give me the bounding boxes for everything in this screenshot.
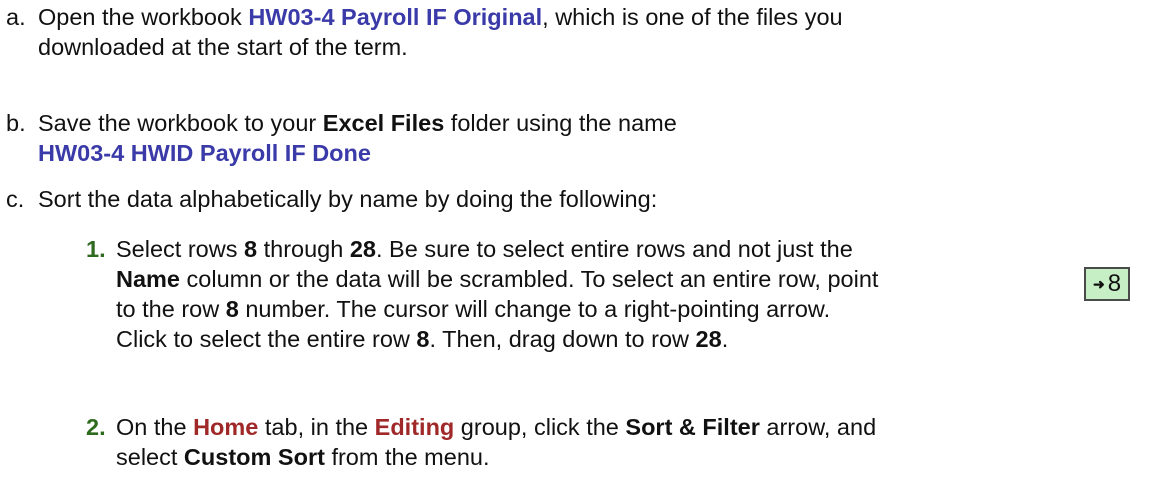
substep-number: 1.	[86, 236, 106, 262]
row-8-header-badge: ➜ 8	[1084, 267, 1130, 301]
step-letter: c.	[6, 186, 25, 212]
step-letter: a.	[6, 4, 26, 30]
substep-2-text: On the Home tab, in the Editing group, c…	[116, 414, 877, 470]
workbook-name: HW03-4 Payroll IF Original	[248, 4, 543, 30]
step-c-text: Sort the data alphabetically by name by …	[38, 186, 658, 212]
step-b-text: Save the workbook to your Excel Files fo…	[38, 110, 677, 166]
step-a-text: Open the workbook HW03-4 Payroll IF Orig…	[38, 4, 843, 60]
home-tab-ref: Home	[193, 414, 259, 440]
save-file-name: HW03-4 HWID Payroll IF Done	[38, 140, 371, 166]
step-letter: b.	[6, 110, 26, 136]
sort-filter-ref: Sort & Filter	[625, 414, 760, 440]
editing-group-ref: Editing	[374, 414, 455, 440]
substep-number: 2.	[86, 414, 106, 440]
substep-1-text: Select rows 8 through 28. Be sure to sel…	[116, 236, 879, 352]
right-arrow-icon: ➜	[1092, 276, 1105, 292]
custom-sort-ref: Custom Sort	[183, 444, 325, 470]
folder-name: Excel Files	[322, 110, 445, 136]
row-number-label: 8	[1107, 270, 1122, 297]
